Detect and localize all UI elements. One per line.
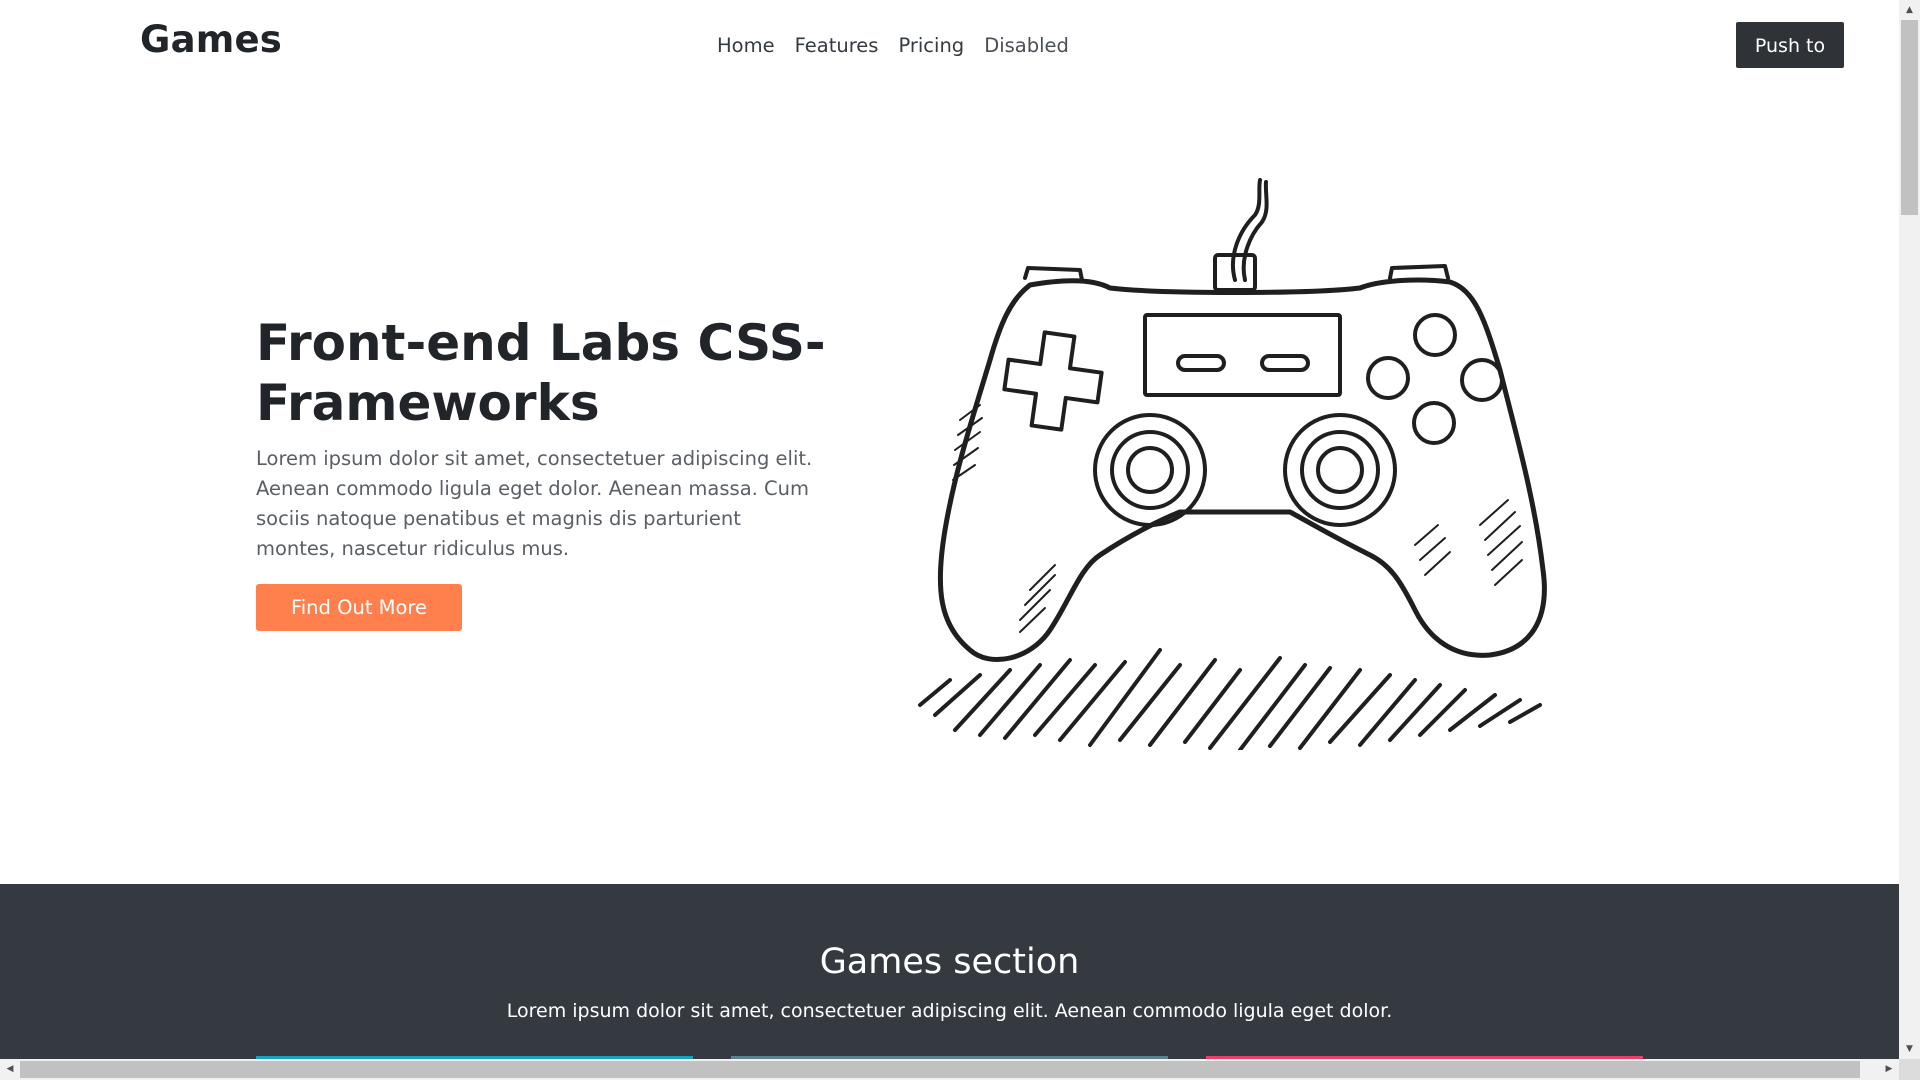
horizontal-scrollbar[interactable]: ◀ ▶ — [0, 1059, 1899, 1080]
nav-links: Home Features Pricing Disabled — [707, 30, 1079, 61]
nav-link-pricing[interactable]: Pricing — [888, 30, 974, 61]
horizontal-scroll-thumb[interactable] — [20, 1061, 1860, 1078]
games-section: Games section Lorem ipsum dolor sit amet… — [0, 884, 1899, 1059]
scrollbar-corner — [1899, 1059, 1920, 1080]
game-controller-illustration — [918, 178, 1547, 750]
vertical-scrollbar[interactable]: ▲ ▼ — [1899, 0, 1920, 1059]
scroll-left-icon[interactable]: ◀ — [0, 1059, 20, 1080]
brand-logo[interactable]: Games — [140, 18, 282, 61]
push-to-start-button[interactable]: Push to start — [1736, 22, 1844, 103]
vertical-scroll-thumb[interactable] — [1901, 20, 1918, 215]
scroll-down-icon[interactable]: ▼ — [1899, 1039, 1920, 1059]
nav-link-features[interactable]: Features — [785, 30, 889, 61]
scroll-up-icon[interactable]: ▲ — [1899, 0, 1920, 20]
page-viewport: Games Home Features Pricing Disabled Pus… — [0, 0, 1899, 1059]
hero-description: Lorem ipsum dolor sit amet, consectetuer… — [256, 447, 813, 560]
games-section-text: Lorem ipsum dolor sit amet, consectetuer… — [506, 1000, 1393, 1022]
navbar: Games Home Features Pricing Disabled Pus… — [0, 0, 1899, 103]
nav-link-disabled[interactable]: Disabled — [974, 30, 1079, 61]
hero-title: Front-end Labs CSS-Frameworks — [256, 314, 826, 432]
scroll-right-icon[interactable]: ▶ — [1879, 1059, 1899, 1080]
games-section-title: Games section — [819, 942, 1080, 982]
nav-link-home[interactable]: Home — [707, 30, 785, 61]
find-out-more-button[interactable]: Find Out More — [256, 584, 462, 631]
